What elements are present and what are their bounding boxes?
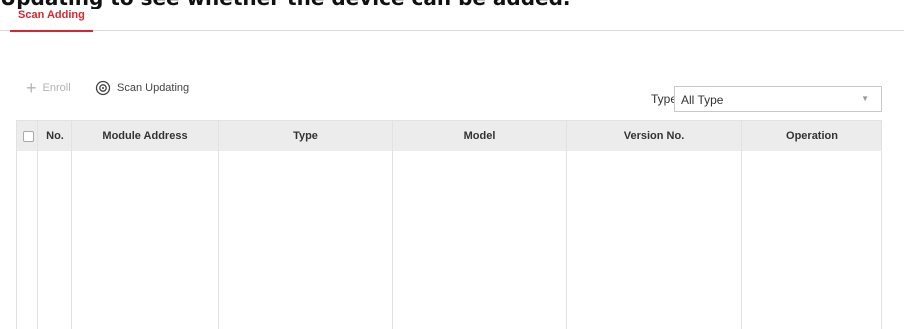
- column-divider: [741, 120, 742, 329]
- column-divider: [37, 120, 38, 329]
- scan-updating-label: Scan Updating: [117, 82, 190, 94]
- enroll-label: Enroll: [42, 82, 71, 94]
- column-divider: [392, 120, 393, 329]
- column-header-operation[interactable]: Operation: [742, 121, 882, 152]
- table-header: No. Module Address Type Model Version No…: [17, 120, 881, 151]
- column-header-model[interactable]: Model: [393, 121, 566, 152]
- column-header-no[interactable]: No.: [39, 121, 71, 152]
- dropdown-caret-icon: ▼: [861, 94, 869, 103]
- scan-refresh-icon: [95, 80, 111, 96]
- enroll-button[interactable]: + Enroll: [26, 79, 71, 97]
- column-header-module-address[interactable]: Module Address: [72, 121, 218, 152]
- column-divider: [566, 120, 567, 329]
- tab-scan-adding[interactable]: Scan Adding: [10, 8, 93, 32]
- type-select-value: All Type: [681, 93, 724, 107]
- select-all-checkbox[interactable]: [23, 131, 34, 142]
- module-table: No. Module Address Type Model Version No…: [16, 120, 882, 329]
- column-divider: [71, 120, 72, 329]
- tab-bar: Scan Adding: [0, 0, 904, 32]
- column-header-version-no[interactable]: Version No.: [567, 121, 741, 152]
- column-header-type[interactable]: Type: [219, 121, 392, 152]
- scan-updating-button[interactable]: Scan Updating: [95, 79, 189, 97]
- plus-icon: +: [26, 78, 37, 98]
- type-select[interactable]: All Type ▼: [674, 86, 882, 112]
- column-divider: [218, 120, 219, 329]
